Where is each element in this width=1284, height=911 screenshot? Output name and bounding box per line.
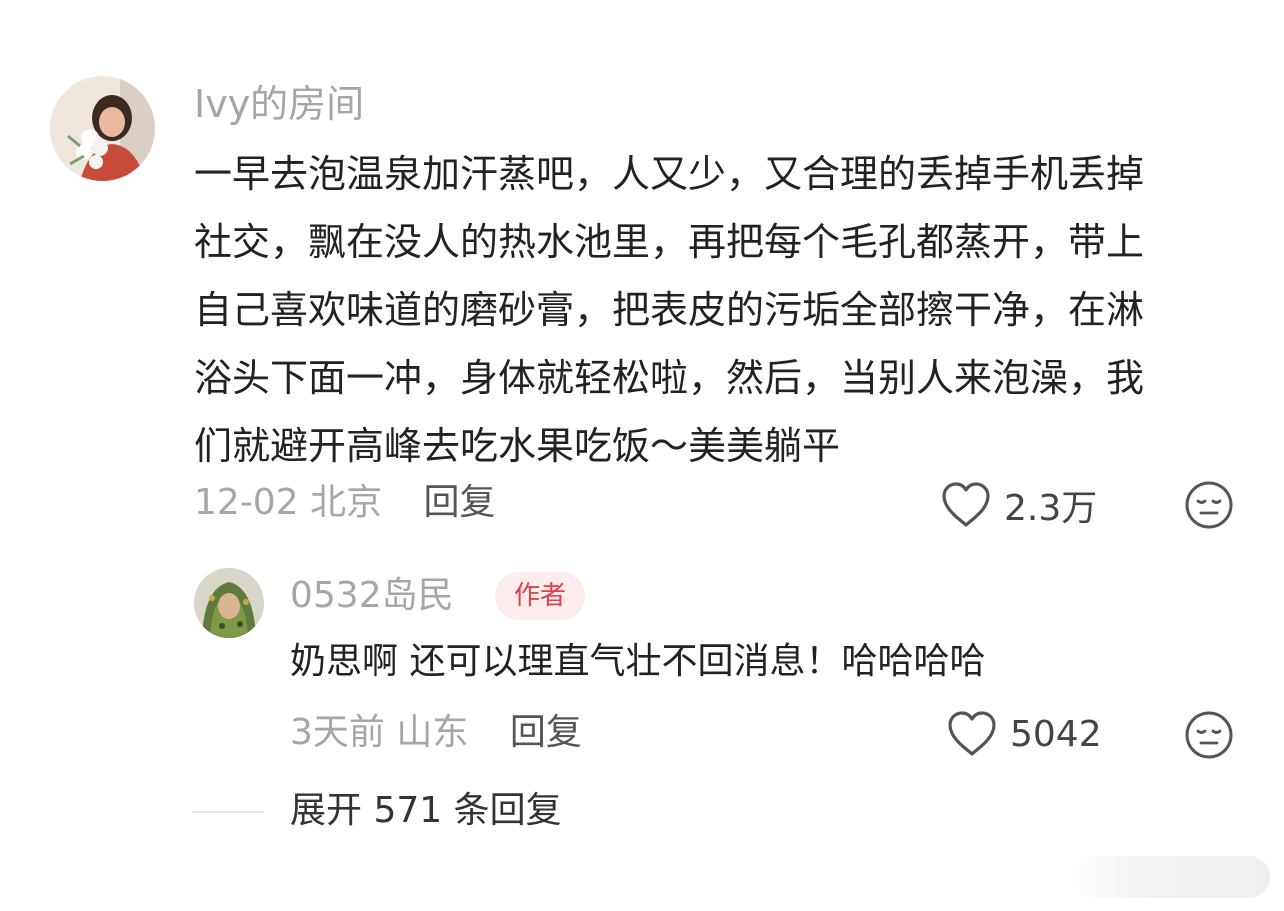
- comment-text: 一早去泡温泉加汗蒸吧，人又少，又合理的丢掉手机丢掉 社交，飘在没人的热水池里，再…: [194, 140, 1244, 480]
- comment-date: 12-02: [194, 482, 299, 523]
- reply-button[interactable]: 回复: [424, 482, 496, 523]
- avatar-image: [50, 76, 155, 181]
- comment-location: 北京: [310, 482, 383, 523]
- comment-thread: Ivy的房间 一早去泡温泉加汗蒸吧，人又少，又合理的丢掉手机丢掉 社交，飘在没人…: [0, 0, 1284, 911]
- avatar[interactable]: [50, 76, 155, 181]
- reply-reply-button[interactable]: 回复: [510, 712, 582, 753]
- author-badge: 作者: [495, 572, 586, 620]
- comment-text-line: 浴头下面一冲，身体就轻松啦，然后，当别人来泡澡，我: [194, 356, 1145, 400]
- reply-dislike-button[interactable]: [1184, 710, 1234, 760]
- like-button[interactable]: 2.3万: [940, 479, 1097, 531]
- comment-text-line: 们就避开高峰去吃水果吃饭～美美躺平: [194, 424, 841, 468]
- heart-icon: [942, 482, 990, 527]
- reply-meta: 3天前 山东 回复: [290, 710, 582, 756]
- reply-text: 奶思啊 还可以理直气壮不回消息！哈哈哈哈: [290, 641, 986, 682]
- expand-replies-button[interactable]: 展开 571 条回复: [290, 788, 562, 834]
- comment-text-line: 一早去泡温泉加汗蒸吧，人又少，又合理的丢掉手机丢掉: [194, 152, 1145, 196]
- comment-text-line: 社交，飘在没人的热水池里，再把每个毛孔都蒸开，带上: [194, 220, 1145, 264]
- reply-avatar-image: [194, 568, 264, 638]
- reply-location: 山东: [396, 712, 469, 753]
- reply-avatar[interactable]: [194, 568, 264, 638]
- comment-author[interactable]: Ivy的房间: [194, 80, 364, 128]
- reply-like-button[interactable]: 5042: [946, 710, 1102, 758]
- watermark: [1070, 856, 1270, 898]
- comment-text-line: 自己喜欢味道的磨砂膏，把表皮的污垢全部擦干净，在淋: [194, 288, 1145, 332]
- dislike-button[interactable]: [1184, 480, 1234, 530]
- like-count: 2.3万: [1004, 488, 1098, 529]
- reply-date: 3天前: [290, 712, 385, 753]
- heart-icon: [948, 711, 996, 756]
- dislike-face-icon: [1185, 711, 1233, 759]
- comment-meta: 12-02 北京 回复: [194, 480, 496, 526]
- reply-like-count: 5042: [1010, 713, 1102, 755]
- reply-author[interactable]: 0532岛民: [290, 572, 454, 620]
- divider: [192, 811, 264, 813]
- dislike-face-icon: [1185, 481, 1233, 529]
